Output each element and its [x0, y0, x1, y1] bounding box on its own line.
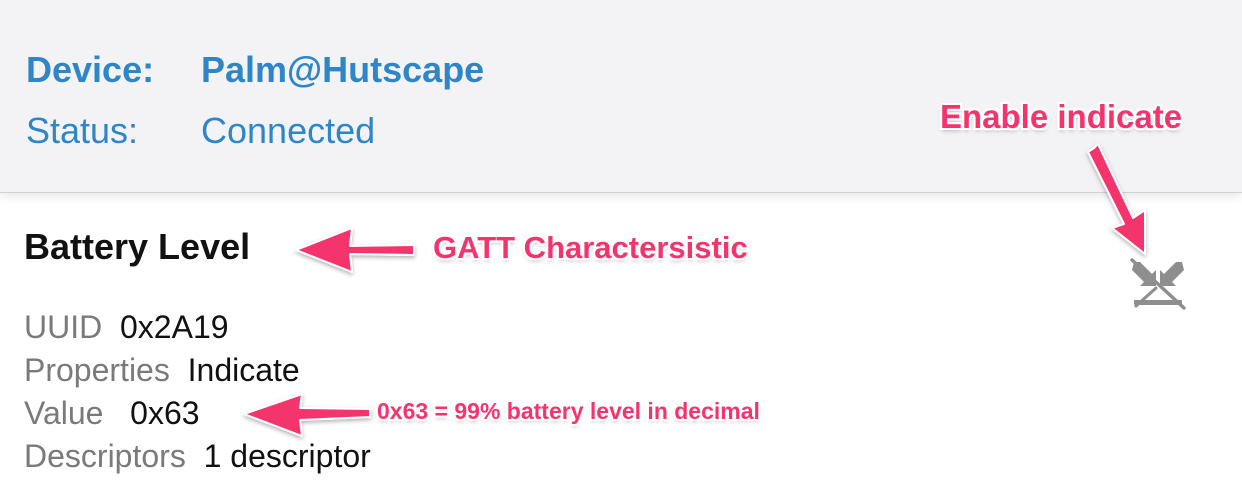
indicate-toggle-icon [1130, 258, 1186, 310]
characteristic-title: Battery Level [24, 226, 251, 267]
value-value: 0x63 [130, 395, 200, 431]
indicate-toggle-button[interactable] [1126, 256, 1190, 312]
value-note-annotation: 0x63 = 99% battery level in decimal [377, 398, 760, 424]
properties-row: Properties Indicate [24, 354, 300, 386]
status-label: Status: [26, 110, 139, 151]
descriptors-row[interactable]: Descriptors 1 descriptor [24, 440, 371, 472]
properties-label: Properties [24, 352, 170, 388]
status-row: Status: Connected [26, 110, 375, 151]
gatt-arrow [295, 227, 415, 273]
device-name: Palm@Hutscape [201, 49, 485, 90]
status-value: Connected [201, 110, 376, 151]
value-arrow [243, 393, 371, 437]
value-row: Value 0x63 [24, 397, 200, 429]
device-label: Device: [26, 49, 155, 90]
device-row: Device: Palm@Hutscape [26, 49, 484, 90]
device-header: Device: Palm@Hutscape Status: Connected [0, 0, 1242, 193]
uuid-label: UUID [24, 309, 103, 345]
properties-value: Indicate [187, 352, 300, 388]
uuid-row: UUID 0x2A19 [24, 311, 229, 343]
descriptors-value: 1 descriptor [203, 438, 371, 474]
uuid-value: 0x2A19 [120, 309, 229, 345]
descriptors-label: Descriptors [24, 438, 186, 474]
value-label: Value [24, 395, 104, 431]
enable-indicate-annotation: Enable indicate [940, 98, 1183, 135]
gatt-characteristic-annotation: GATT Charactersistic [433, 230, 748, 265]
